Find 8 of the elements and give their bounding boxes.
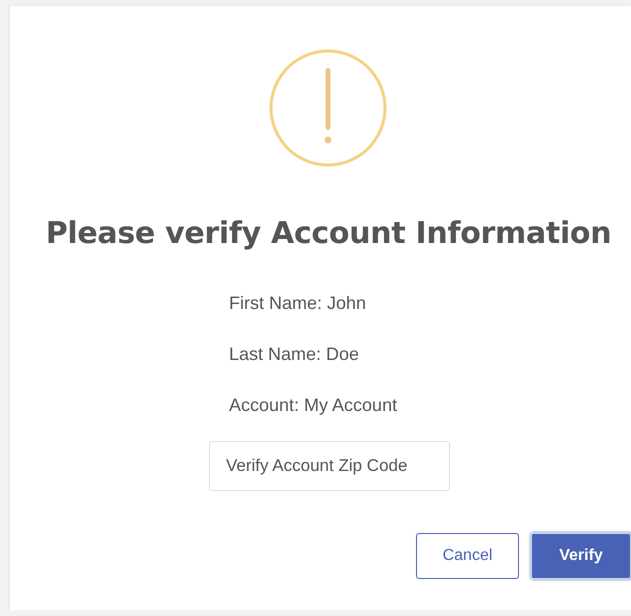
- zip-code-field[interactable]: Verify Account Zip Code: [209, 441, 450, 491]
- cancel-button[interactable]: Cancel: [416, 533, 519, 579]
- account-detail: Account: My Account: [229, 394, 398, 417]
- verify-button[interactable]: Verify: [531, 533, 631, 579]
- warning-icon: [268, 48, 388, 168]
- account-detail: Last Name: Doe: [229, 343, 360, 366]
- account-detail: First Name: John: [229, 292, 368, 315]
- dialog-title: Please verify Account Information: [46, 216, 612, 251]
